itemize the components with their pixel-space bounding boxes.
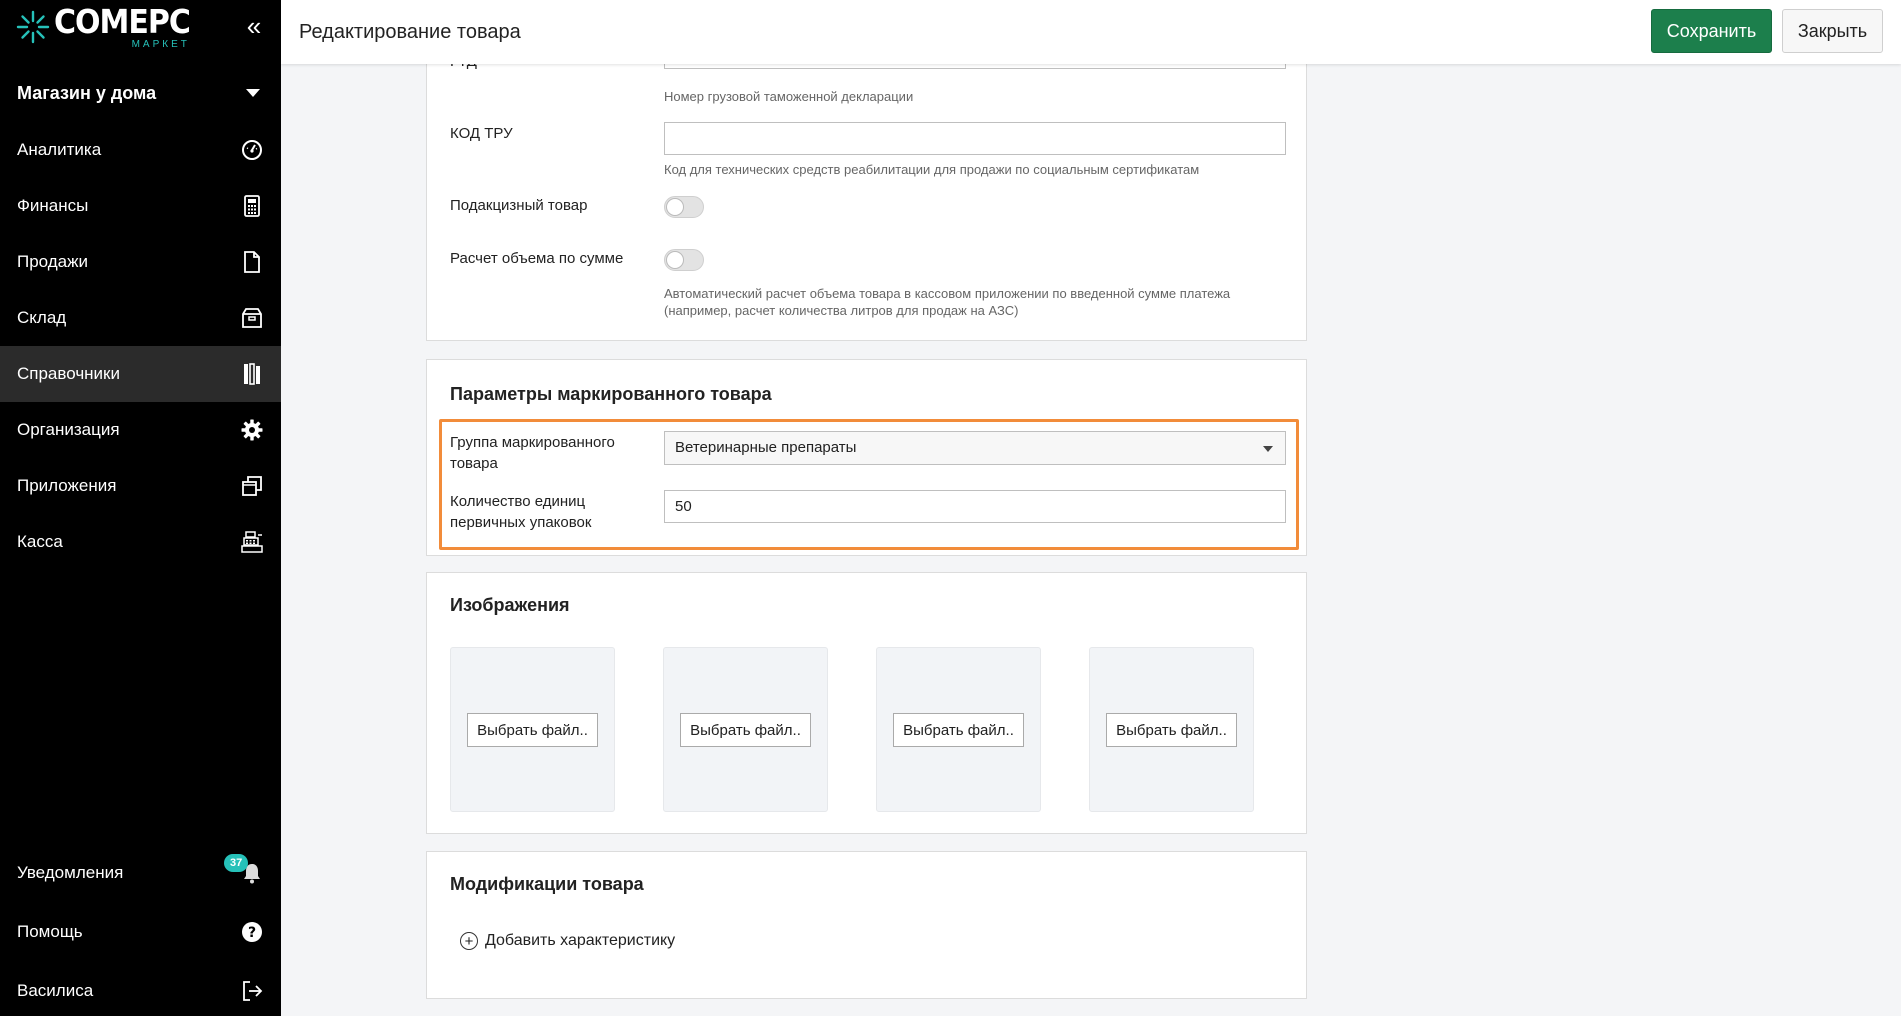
sidebar-item-analytics[interactable]: Аналитика <box>0 122 281 178</box>
book-icon <box>240 362 264 386</box>
sidebar: COMEPC МАРКЕТ « Магазин у дома Аналитика… <box>0 0 281 1016</box>
modifications-card: Модификации товара + Добавить характерис… <box>426 851 1307 999</box>
tru-hint: Код для технических средств реабилитации… <box>664 162 1200 177</box>
sidebar-item-organization[interactable]: Организация <box>0 402 281 458</box>
images-title: Изображения <box>450 595 570 615</box>
box-icon <box>240 306 264 330</box>
collapse-sidebar-icon[interactable]: « <box>240 12 268 40</box>
image-slot: Выбрать файл.. <box>663 647 828 812</box>
primary-packs-input[interactable]: 50 <box>664 490 1286 523</box>
cash-register-icon <box>240 530 264 554</box>
sidebar-item-apps[interactable]: Приложения <box>0 458 281 514</box>
tru-input[interactable] <box>664 122 1286 155</box>
sidebar-item-label: Касса <box>17 532 63 551</box>
marked-group-select[interactable]: Ветеринарные препараты <box>664 431 1286 465</box>
sidebar-item-user[interactable]: Василиса <box>0 961 281 1016</box>
svg-text:?: ? <box>248 925 256 941</box>
gtd-hint: Номер грузовой таможенной декларации <box>664 89 914 104</box>
image-slot: Выбрать файл.. <box>450 647 615 812</box>
choose-file-button[interactable]: Выбрать файл.. <box>680 713 811 747</box>
choose-file-button[interactable]: Выбрать файл.. <box>1106 713 1237 747</box>
sidebar-item-label: Финансы <box>17 196 89 215</box>
gtd-input[interactable] <box>664 64 1286 69</box>
sidebar-item-references[interactable]: Справочники <box>0 346 281 402</box>
logo-star-icon <box>16 10 50 44</box>
shop-selector[interactable]: Магазин у дома <box>0 70 281 116</box>
gear-icon <box>240 418 264 442</box>
sidebar-item-label: Продажи <box>17 252 88 271</box>
notifications-badge: 37 <box>224 854 249 872</box>
modifications-title: Модификации товара <box>450 874 644 894</box>
marked-group-value: Ветеринарные препараты <box>675 439 857 456</box>
add-characteristic-button[interactable]: + Добавить характеристику <box>460 932 675 950</box>
sidebar-item-cash[interactable]: Касса <box>0 514 281 570</box>
choose-file-button[interactable]: Выбрать файл.. <box>893 713 1024 747</box>
volume-calc-label: Расчет объема по сумме <box>450 250 624 267</box>
sidebar-item-label: Аналитика <box>17 140 102 159</box>
calculator-icon <box>240 194 264 218</box>
marked-group-label: Группа маркированного товара <box>450 434 615 472</box>
image-slot: Выбрать файл.. <box>876 647 1041 812</box>
sidebar-item-label: Василиса <box>17 980 94 1000</box>
save-button[interactable]: Сохранить <box>1651 9 1772 53</box>
choose-file-button[interactable]: Выбрать файл.. <box>467 713 598 747</box>
sidebar-item-warehouse[interactable]: Склад <box>0 290 281 346</box>
sidebar-item-finance[interactable]: Финансы <box>0 178 281 234</box>
image-slot: Выбрать файл.. <box>1089 647 1254 812</box>
document-icon <box>240 250 264 274</box>
general-params-card: ГТД Номер грузовой таможенной декларации… <box>426 64 1307 341</box>
marked-goods-title: Параметры маркированного товара <box>450 384 772 404</box>
volume-calc-hint: Автоматический расчет объема товара в ка… <box>664 286 1231 318</box>
sidebar-item-label: Справочники <box>17 364 120 383</box>
volume-calc-toggle[interactable] <box>664 249 704 271</box>
gauge-icon <box>240 138 264 162</box>
logout-icon <box>240 979 264 1003</box>
sidebar-item-label: Организация <box>17 420 120 439</box>
gtd-label: ГТД <box>450 64 477 72</box>
sidebar-item-help[interactable]: Помощь ? <box>0 902 281 961</box>
page-title: Редактирование товара <box>299 21 521 43</box>
sidebar-item-sales[interactable]: Продажи <box>0 234 281 290</box>
dropdown-arrow-icon <box>1263 446 1273 452</box>
main-content[interactable]: ГТД Номер грузовой таможенной декларации… <box>281 64 1901 1016</box>
plus-circle-icon: + <box>460 932 478 950</box>
sidebar-nav: Аналитика Финансы Продажи Склад Справочн… <box>0 122 281 570</box>
chevron-down-icon <box>246 89 260 97</box>
add-characteristic-label: Добавить характеристику <box>485 932 676 949</box>
marked-goods-card: Параметры маркированного товара Группа м… <box>426 359 1307 556</box>
excise-label: Подакцизный товар <box>450 197 588 214</box>
windows-icon <box>240 474 264 498</box>
sidebar-item-label: Приложения <box>17 476 117 495</box>
images-card: Изображения Выбрать файл.. Выбрать файл.… <box>426 572 1307 834</box>
sidebar-item-notifications[interactable]: Уведомления <box>0 843 281 902</box>
page-header: Редактирование товара Сохранить Закрыть <box>281 0 1901 64</box>
logo[interactable]: COMEPC МАРКЕТ <box>16 3 191 56</box>
sidebar-item-label: Уведомления <box>17 862 124 882</box>
close-button[interactable]: Закрыть <box>1782 9 1883 53</box>
help-icon: ? <box>240 920 264 944</box>
excise-toggle[interactable] <box>664 196 704 218</box>
shop-name: Магазин у дома <box>17 82 157 103</box>
logo-text: COMEPC <box>54 3 191 42</box>
sidebar-item-label: Склад <box>17 308 67 327</box>
primary-packs-label: Количество единиц первичных упаковок <box>450 493 592 531</box>
tru-label: КОД ТРУ <box>450 125 513 142</box>
sidebar-item-label: Помощь <box>17 921 83 941</box>
